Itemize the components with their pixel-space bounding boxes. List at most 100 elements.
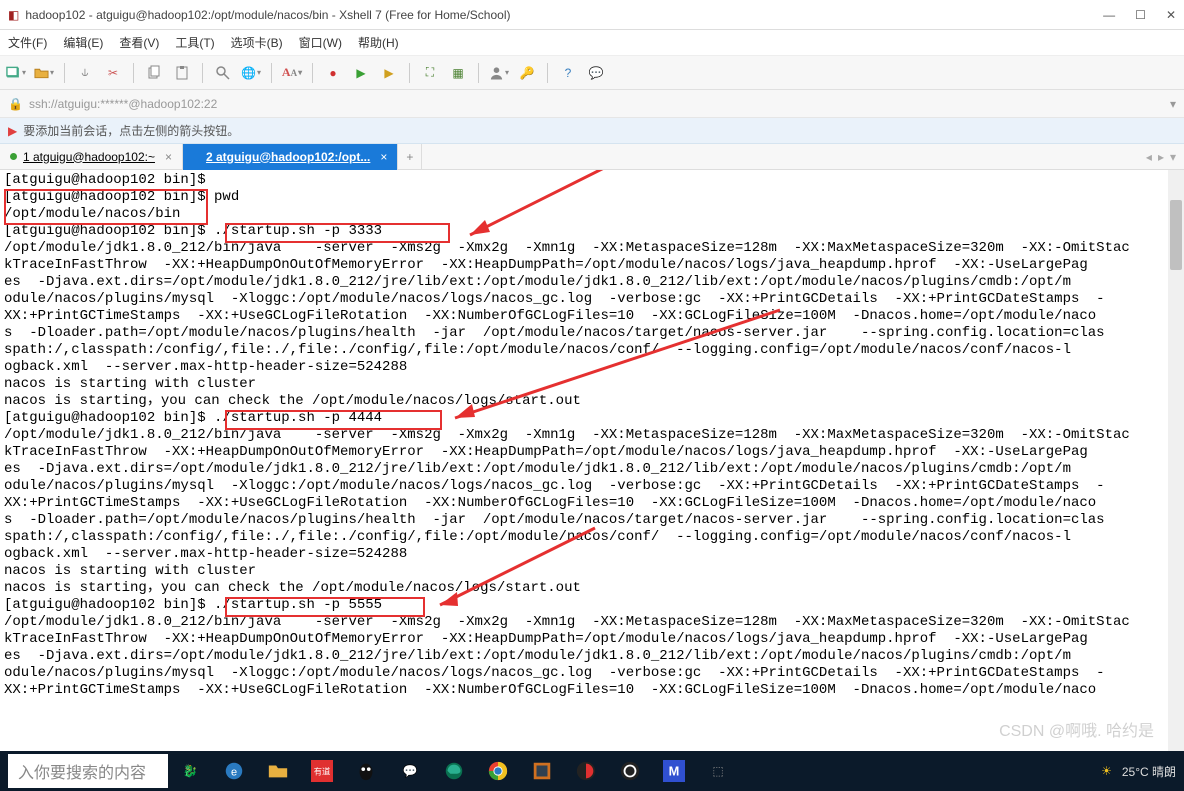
record-icon[interactable]: ●	[323, 63, 343, 83]
app-explorer-icon[interactable]	[256, 751, 300, 791]
window-title: hadoop102 - atguigu@hadoop102:/opt/modul…	[25, 8, 1103, 22]
scrollbar[interactable]	[1168, 170, 1184, 751]
app-xshell-icon[interactable]	[564, 751, 608, 791]
terminal-line: [atguigu@hadoop102 bin]$ ./startup.sh -p…	[4, 410, 1180, 427]
close-tab-icon[interactable]: ×	[165, 150, 172, 164]
new-session-icon[interactable]: ▾	[6, 63, 26, 83]
terminal-line: s -Dloader.path=/opt/module/nacos/plugin…	[4, 325, 1180, 342]
toolbar: ▾ ▾ ⫝ ✂ 🌐▾ AA▾ ● ▶ ▶ ⛶ ▦ ▾ 🔑 ? 💬	[0, 56, 1184, 90]
app-qq-icon[interactable]	[344, 751, 388, 791]
add-tab-button[interactable]: +	[398, 144, 422, 170]
terminal-line: [atguigu@hadoop102 bin]$ ./startup.sh -p…	[4, 223, 1180, 240]
app-wechat-icon[interactable]: 💬	[388, 751, 432, 791]
window-controls: — ☐ ✕	[1103, 8, 1176, 22]
address-chevron-icon[interactable]: ▾	[1170, 97, 1176, 111]
maximize-button[interactable]: ☐	[1135, 8, 1146, 22]
user-icon[interactable]: ▾	[489, 63, 509, 83]
address-bar: 🔒 ssh://atguigu:******@hadoop102:22 ▾	[0, 90, 1184, 118]
app-obs-icon[interactable]	[608, 751, 652, 791]
hint-bar: ▶ 要添加当前会话，点击左侧的箭头按钮。	[0, 118, 1184, 144]
menu-help[interactable]: 帮助(H)	[358, 34, 399, 51]
terminal-line: [atguigu@hadoop102 bin]$	[4, 172, 1180, 189]
tab-list-icon[interactable]: ▾	[1170, 150, 1176, 164]
minimize-button[interactable]: —	[1103, 8, 1115, 22]
menu-tools[interactable]: 工具(T)	[175, 34, 214, 51]
terminal-line: es -Djava.ext.dirs=/opt/module/jdk1.8.0_…	[4, 461, 1180, 478]
svg-text:e: e	[231, 767, 237, 779]
taskbar: 入你要搜索的内容 🐉 e 有道 💬 M ⬚ ☀ 25°C 晴朗	[0, 751, 1184, 791]
terminal-line: /opt/module/nacos/bin	[4, 206, 1180, 223]
app-edge-icon[interactable]	[432, 751, 476, 791]
terminal-line: nacos is starting with cluster	[4, 376, 1180, 393]
weather-text[interactable]: 25°C 晴朗	[1122, 763, 1176, 780]
terminal-line: [atguigu@hadoop102 bin]$ pwd	[4, 189, 1180, 206]
app-ie-icon[interactable]: e	[212, 751, 256, 791]
terminal-line: ogback.xml --server.max-http-header-size…	[4, 359, 1180, 376]
app-vm-icon[interactable]	[520, 751, 564, 791]
tab-nav: ◂ ▸ ▾	[1138, 150, 1184, 164]
menu-tabs[interactable]: 选项卡(B)	[231, 34, 283, 51]
font-icon[interactable]: AA▾	[282, 63, 302, 83]
terminal-line: es -Djava.ext.dirs=/opt/module/jdk1.8.0_…	[4, 648, 1180, 665]
menu-edit[interactable]: 编辑(E)	[63, 34, 103, 51]
chat-icon[interactable]: 💬	[586, 63, 606, 83]
flag-icon[interactable]: ▶	[8, 124, 17, 138]
copy-icon[interactable]	[144, 63, 164, 83]
menu-window[interactable]: 窗口(W)	[299, 34, 342, 51]
terminal-line: spath:/,classpath:/config/,file:./,file:…	[4, 342, 1180, 359]
script-green-icon[interactable]: ▶	[351, 63, 371, 83]
terminal-line: odule/nacos/plugins/mysql -Xloggc:/opt/m…	[4, 291, 1180, 308]
app-misc-icon[interactable]: ⬚	[696, 751, 740, 791]
svg-text:M: M	[669, 764, 680, 779]
fullscreen-icon[interactable]: ⛶	[420, 63, 440, 83]
taskbar-search[interactable]: 入你要搜索的内容	[8, 754, 168, 788]
terminal-line: s -Dloader.path=/opt/module/nacos/plugin…	[4, 512, 1180, 529]
terminal-line: /opt/module/jdk1.8.0_212/bin/java -serve…	[4, 614, 1180, 631]
terminal-line: nacos is starting with cluster	[4, 563, 1180, 580]
globe-icon[interactable]: 🌐▾	[241, 63, 261, 83]
app-blue-icon[interactable]: M	[652, 751, 696, 791]
app-dragon-icon[interactable]: 🐉	[168, 751, 212, 791]
paste-icon[interactable]	[172, 63, 192, 83]
scrollbar-thumb[interactable]	[1170, 200, 1182, 270]
tab-strip: 1 atguigu@hadoop102:~ × 2 atguigu@hadoop…	[0, 144, 1184, 170]
system-tray: ☀ 25°C 晴朗	[1101, 763, 1176, 780]
tab-session-1[interactable]: 1 atguigu@hadoop102:~ ×	[0, 144, 183, 170]
terminal-pane[interactable]: [atguigu@hadoop102 bin]$[atguigu@hadoop1…	[0, 170, 1184, 751]
connect-icon[interactable]: ⫝	[75, 63, 95, 83]
menu-file[interactable]: 文件(F)	[8, 34, 47, 51]
terminal-line: odule/nacos/plugins/mysql -Xloggc:/opt/m…	[4, 665, 1180, 682]
terminal-line: spath:/,classpath:/config/,file:./,file:…	[4, 529, 1180, 546]
terminal-line: nacos is starting，you can check the /opt…	[4, 580, 1180, 597]
help-icon[interactable]: ?	[558, 63, 578, 83]
open-folder-icon[interactable]: ▾	[34, 63, 54, 83]
terminal-line: ogback.xml --server.max-http-header-size…	[4, 546, 1180, 563]
terminal-line: [atguigu@hadoop102 bin]$ ./startup.sh -p…	[4, 597, 1180, 614]
tab-session-2[interactable]: 2 atguigu@hadoop102:/opt... ×	[183, 144, 398, 170]
script-yellow-icon[interactable]: ▶	[379, 63, 399, 83]
titlebar: ◧ hadoop102 - atguigu@hadoop102:/opt/mod…	[0, 0, 1184, 30]
terminal-line: kTraceInFastThrow -XX:+HeapDumpOnOutOfMe…	[4, 631, 1180, 648]
terminal-line: XX:+PrintGCTimeStamps -XX:+UseGCLogFileR…	[4, 495, 1180, 512]
app-youdao-icon[interactable]: 有道	[300, 751, 344, 791]
tab-next-icon[interactable]: ▸	[1158, 150, 1164, 164]
tab-prev-icon[interactable]: ◂	[1146, 150, 1152, 164]
weather-icon[interactable]: ☀	[1101, 764, 1112, 778]
menu-view[interactable]: 查看(V)	[119, 34, 159, 51]
svg-text:有道: 有道	[314, 767, 331, 777]
terminal-line: kTraceInFastThrow -XX:+HeapDumpOnOutOfMe…	[4, 444, 1180, 461]
close-button[interactable]: ✕	[1166, 8, 1176, 22]
key-icon[interactable]: 🔑	[517, 63, 537, 83]
disconnect-icon[interactable]: ✂	[103, 63, 123, 83]
close-tab-icon[interactable]: ×	[380, 150, 387, 164]
tab-label: 1 atguigu@hadoop102:~	[23, 150, 155, 164]
address-text[interactable]: ssh://atguigu:******@hadoop102:22	[29, 97, 1164, 111]
terminal-line: odule/nacos/plugins/mysql -Xloggc:/opt/m…	[4, 478, 1180, 495]
status-dot-icon	[10, 153, 17, 160]
find-icon[interactable]	[213, 63, 233, 83]
terminal-line: es -Djava.ext.dirs=/opt/module/jdk1.8.0_…	[4, 274, 1180, 291]
app-chrome-icon[interactable]	[476, 751, 520, 791]
tile-icon[interactable]: ▦	[448, 63, 468, 83]
tab-label: 2 atguigu@hadoop102:/opt...	[206, 150, 370, 164]
hint-text: 要添加当前会话，点击左侧的箭头按钮。	[23, 122, 239, 139]
